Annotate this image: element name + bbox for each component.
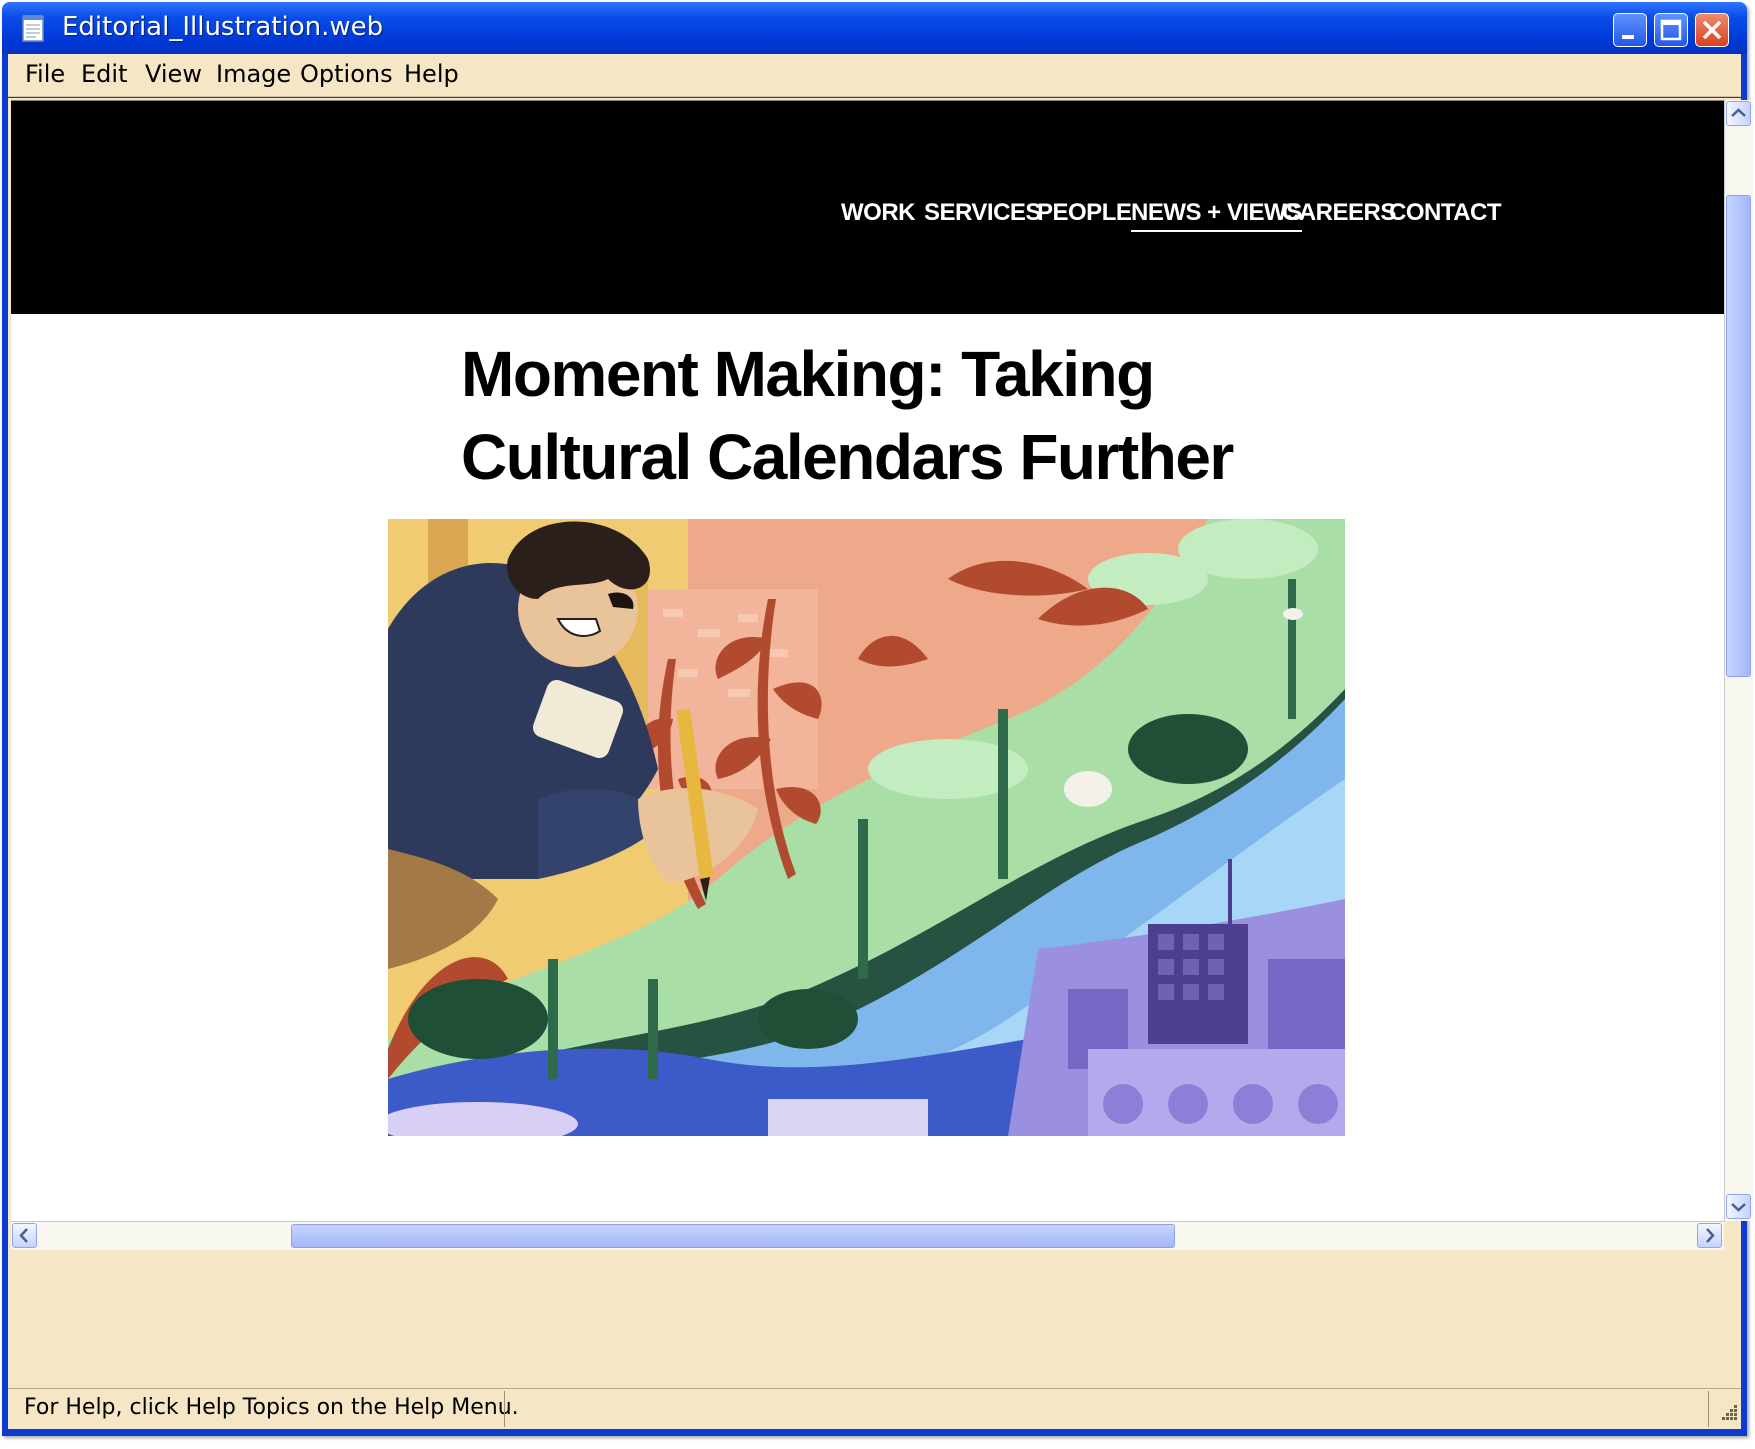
client-area: WORK SERVICES PEOPLE NEWS + VIEWS CAREER… xyxy=(8,98,1753,1429)
menu-image[interactable]: Image xyxy=(216,60,291,88)
scroll-left-arrow-icon xyxy=(19,1228,28,1243)
close-icon xyxy=(1702,20,1722,40)
app-notepad-icon xyxy=(22,15,44,42)
scroll-down-arrow-icon xyxy=(1731,1203,1746,1212)
site-header: WORK SERVICES PEOPLE NEWS + VIEWS CAREER… xyxy=(11,101,1724,314)
status-divider xyxy=(504,1391,505,1427)
vertical-scrollbar[interactable] xyxy=(1724,100,1753,1221)
vertical-scroll-thumb[interactable] xyxy=(1726,195,1751,677)
menu-view[interactable]: View xyxy=(145,60,202,88)
application-window: Editorial_Illustration.web File Edit Vie… xyxy=(2,2,1753,1436)
article-title: Moment Making: Taking Cultural Calendars… xyxy=(461,338,1234,493)
maximize-icon xyxy=(1660,19,1682,41)
scroll-right-arrow-icon xyxy=(1706,1228,1715,1243)
horizontal-scroll-thumb[interactable] xyxy=(291,1224,1175,1248)
horizontal-scrollbar[interactable] xyxy=(11,1221,1724,1250)
menu-options[interactable]: Options xyxy=(300,60,393,88)
nav-contact[interactable]: CONTACT xyxy=(1389,199,1502,227)
size-grip-icon[interactable] xyxy=(1720,1403,1738,1421)
minimize-icon xyxy=(1622,35,1634,39)
scroll-right-button[interactable] xyxy=(1697,1223,1722,1248)
minimize-button[interactable] xyxy=(1613,13,1647,47)
maximize-button[interactable] xyxy=(1654,13,1688,47)
menu-file[interactable]: File xyxy=(25,60,65,88)
scroll-up-button[interactable] xyxy=(1726,101,1751,126)
status-bar: For Help, click Help Topics on the Help … xyxy=(8,1388,1741,1429)
web-viewport: WORK SERVICES PEOPLE NEWS + VIEWS CAREER… xyxy=(11,100,1724,1222)
scroll-up-arrow-icon xyxy=(1731,108,1746,117)
nav-people[interactable]: PEOPLE xyxy=(1037,199,1132,227)
title-bar[interactable]: Editorial_Illustration.web xyxy=(2,2,1747,54)
scroll-left-button[interactable] xyxy=(12,1223,37,1248)
nav-work[interactable]: WORK xyxy=(841,199,915,227)
menu-bar: File Edit View Image Options Help xyxy=(8,54,1741,97)
window-title: Editorial_Illustration.web xyxy=(62,12,384,42)
nav-careers[interactable]: CAREERS xyxy=(1282,199,1396,227)
scroll-down-button[interactable] xyxy=(1726,1194,1751,1219)
nav-services[interactable]: SERVICES xyxy=(924,199,1041,227)
status-divider xyxy=(1708,1391,1709,1427)
hero-illustration xyxy=(388,519,1345,1136)
menu-help[interactable]: Help xyxy=(404,60,459,88)
menu-edit[interactable]: Edit xyxy=(81,60,127,88)
status-text: For Help, click Help Topics on the Help … xyxy=(24,1395,519,1420)
close-button[interactable] xyxy=(1695,13,1729,47)
nav-news-views[interactable]: NEWS + VIEWS xyxy=(1131,199,1302,232)
